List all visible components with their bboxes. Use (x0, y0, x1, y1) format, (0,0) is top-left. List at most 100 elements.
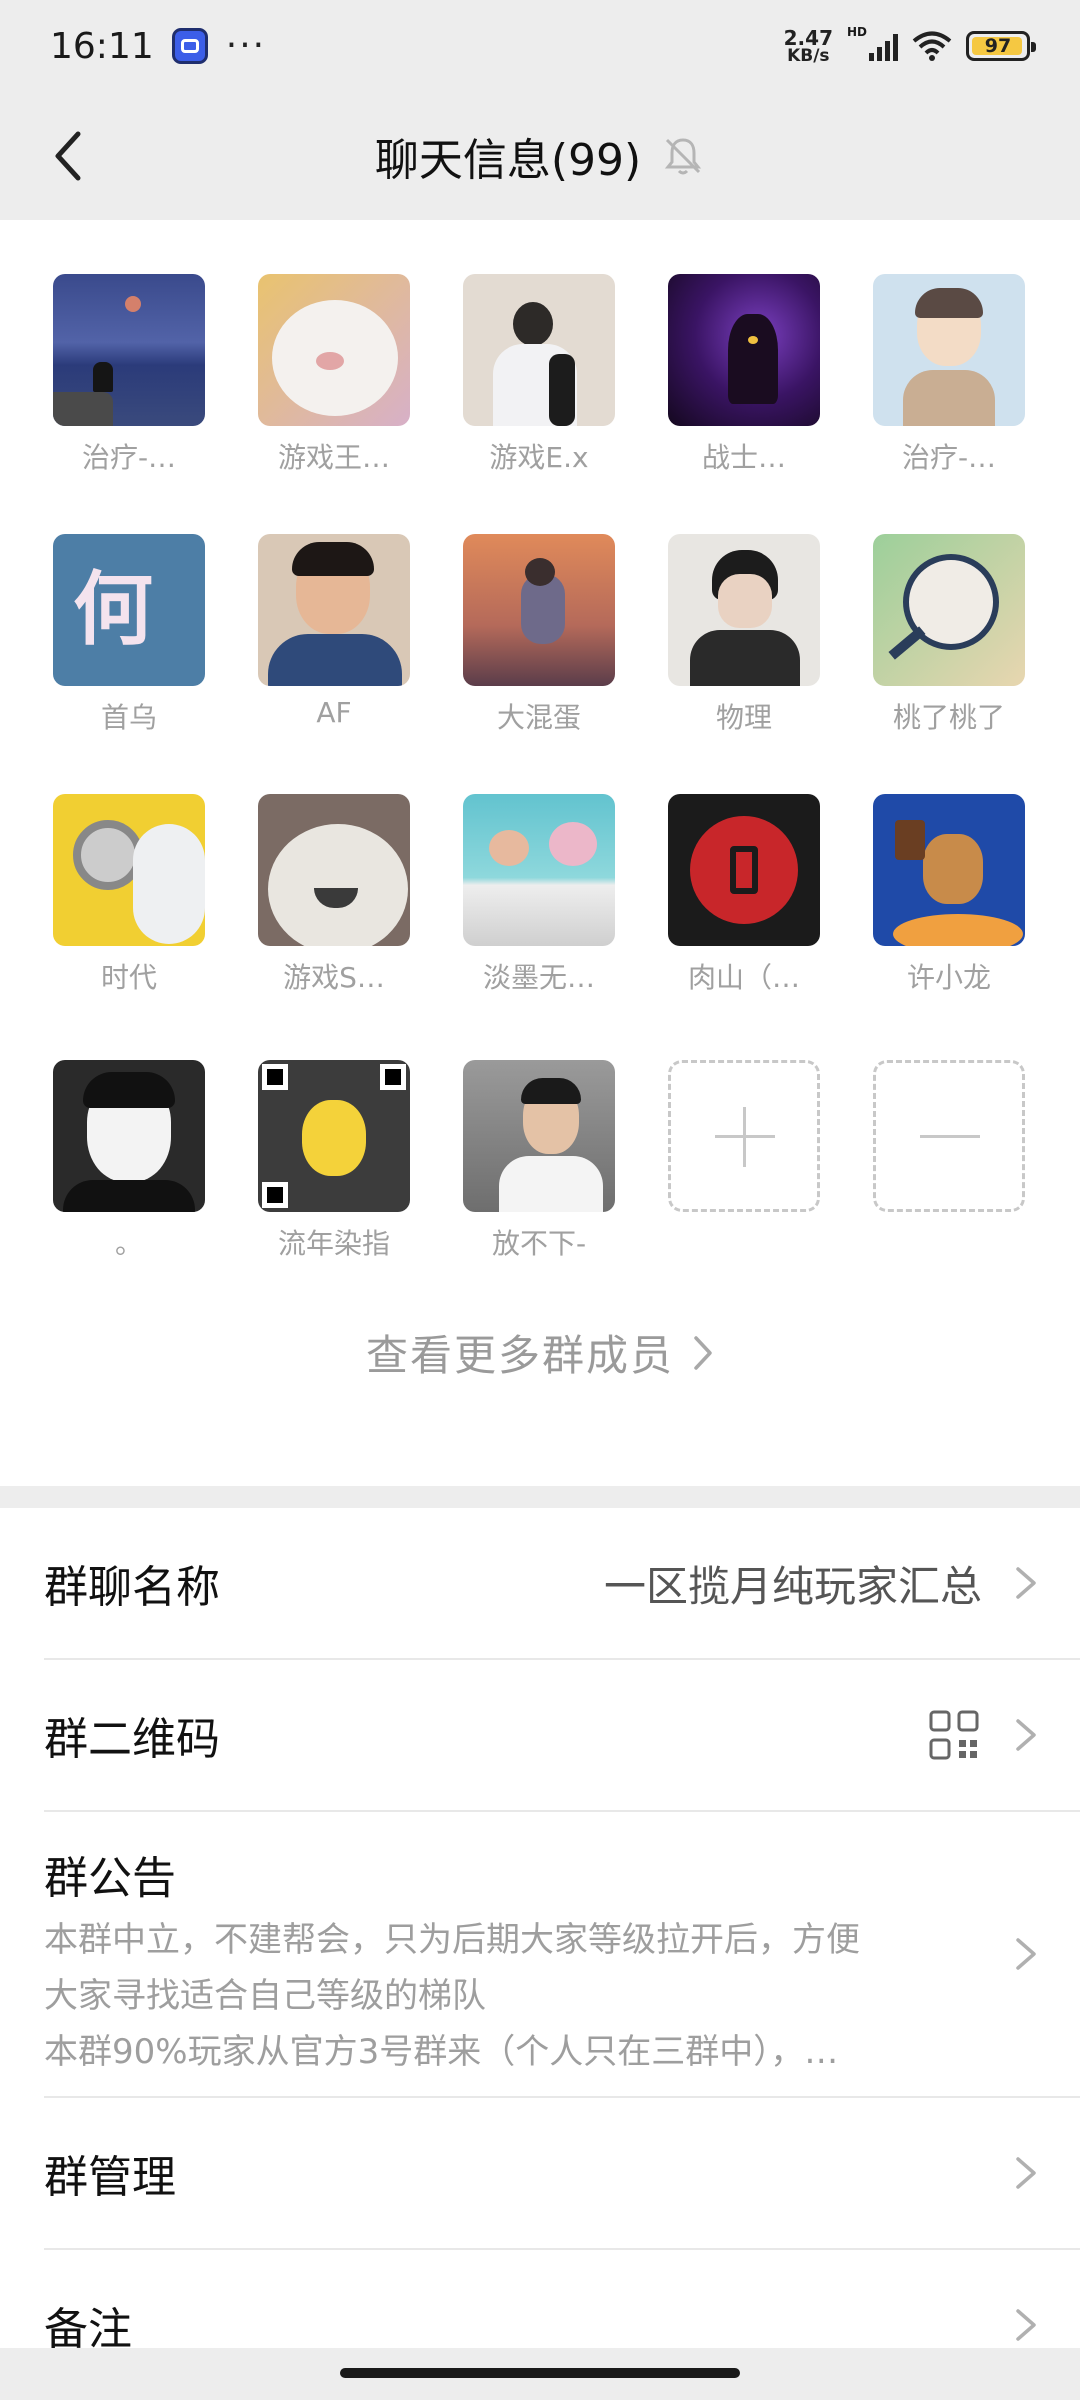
chevron-right-icon (1016, 1567, 1036, 1599)
wifi-icon (912, 31, 952, 61)
network-speed: 2.47 KB/s (784, 28, 833, 65)
avatar[interactable] (873, 794, 1025, 946)
chevron-left-icon (55, 131, 81, 181)
member-name: 大混蛋 (496, 701, 581, 734)
member-name: 游戏S… (283, 961, 385, 994)
member-name: 。 (114, 1227, 143, 1260)
member-name: 桃了桃了 (892, 701, 1005, 734)
members-panel: 治疗-… 游戏王… 游戏E.x 战士… 治疗-… 何 首乌 AF 大混蛋 物理 … (0, 220, 1080, 1486)
group-manage-label: 群管理 (44, 2152, 176, 2203)
view-more-members-label: 查看更多群成员 (365, 1331, 674, 1380)
member-item[interactable]: 肉山（… (654, 794, 834, 996)
title-bar: 聊天信息(99) (0, 92, 1080, 220)
group-notice-label: 群公告 (44, 1853, 176, 1904)
battery-level: 97 (984, 35, 1012, 57)
avatar[interactable] (258, 274, 410, 426)
member-name: 流年染指 (277, 1227, 390, 1260)
avatar[interactable] (463, 794, 615, 946)
member-item[interactable]: 淡墨无… (449, 794, 629, 996)
group-notice-row[interactable]: 群公告 本群中立，不建帮会，只为后期大家等级拉开后，方便 大家寻找适合自己等级的… (0, 1812, 1080, 2096)
avatar[interactable] (873, 274, 1025, 426)
group-qr-row[interactable]: 群二维码 (0, 1660, 1080, 1810)
group-qr-label: 群二维码 (44, 1714, 220, 1765)
avatar[interactable] (53, 794, 205, 946)
status-time: 16:11 (50, 25, 154, 67)
battery-icon: 97 (966, 31, 1036, 61)
home-indicator[interactable] (340, 2368, 740, 2378)
member-item[interactable]: 游戏E.x (449, 274, 629, 476)
add-member-button[interactable] (654, 1060, 834, 1212)
back-button[interactable] (30, 118, 106, 194)
member-item[interactable]: 。 (39, 1060, 219, 1262)
member-name: 肉山（… (687, 961, 800, 994)
avatar[interactable]: 何 (53, 534, 205, 686)
qr-code-icon (929, 1710, 979, 1760)
member-name: 游戏王… (277, 441, 390, 474)
group-name-label: 群聊名称 (44, 1562, 220, 1613)
chevron-right-icon (1016, 2309, 1036, 2341)
page-title: 聊天信息(99) (374, 135, 642, 186)
cell-signal-icon: HD (847, 25, 898, 61)
member-item[interactable]: 何 首乌 (39, 534, 219, 736)
avatar[interactable] (258, 1060, 410, 1212)
member-name: 放不下- (491, 1227, 587, 1260)
member-name: 时代 (100, 961, 157, 994)
chevron-right-icon (1016, 1938, 1036, 1970)
member-name: 战士… (701, 441, 786, 474)
member-item[interactable]: 游戏S… (244, 794, 424, 996)
chevron-right-icon (1016, 2157, 1036, 2189)
network-speed-unit: KB/s (787, 45, 830, 66)
member-item[interactable]: 治疗-… (39, 274, 219, 476)
notice-line: 本群90%玩家从官方3号群来（个人只在三群中），… (44, 2032, 839, 2072)
member-name: AF (316, 696, 352, 729)
chevron-right-icon (694, 1335, 712, 1370)
member-item[interactable]: AF (244, 534, 424, 729)
bell-off-icon (665, 138, 702, 175)
member-item[interactable]: 治疗-… (859, 274, 1039, 476)
member-item[interactable]: 战士… (654, 274, 834, 476)
group-settings-list: 群聊名称 一区揽月纯玩家汇总 群二维码 群公告 本群中立，不建帮会，只为后期大家… (0, 1508, 1080, 2400)
group-name-row[interactable]: 群聊名称 一区揽月纯玩家汇总 (0, 1508, 1080, 1658)
member-item[interactable]: 放不下- (449, 1060, 629, 1262)
status-bar: 16:11 ··· 2.47 KB/s HD 97 (0, 0, 1080, 92)
avatar[interactable] (668, 794, 820, 946)
view-more-members-link[interactable]: 查看更多群成员 (0, 1322, 1080, 1383)
network-tag: HD (847, 25, 868, 39)
notice-line: 本群中立，不建帮会，只为后期大家等级拉开后，方便 (44, 1920, 860, 1960)
member-item[interactable]: 物理 (654, 534, 834, 736)
member-name: 物理 (715, 701, 772, 734)
member-name: 许小龙 (906, 961, 991, 994)
network-speed-value: 2.47 (783, 25, 833, 50)
member-item[interactable]: 时代 (39, 794, 219, 996)
avatar[interactable] (873, 534, 1025, 686)
plus-icon[interactable] (668, 1060, 820, 1212)
avatar[interactable] (53, 274, 205, 426)
member-name: 淡墨无… (482, 961, 595, 994)
avatar[interactable] (53, 1060, 205, 1212)
avatar[interactable] (463, 534, 615, 686)
avatar[interactable] (258, 794, 410, 946)
minus-icon[interactable] (873, 1060, 1025, 1212)
member-item[interactable]: 大混蛋 (449, 534, 629, 736)
member-name: 游戏E.x (489, 441, 589, 474)
avatar[interactable] (463, 274, 615, 426)
chevron-right-icon (1016, 1719, 1036, 1751)
group-notice-content: 本群中立，不建帮会，只为后期大家等级拉开后，方便 大家寻找适合自己等级的梯队 本… (44, 1912, 984, 2080)
member-item[interactable]: 游戏王… (244, 274, 424, 476)
notice-line: 大家寻找适合自己等级的梯队 (44, 1976, 486, 2016)
member-name: 治疗-… (901, 441, 997, 474)
group-manage-row[interactable]: 群管理 (0, 2098, 1080, 2248)
member-item[interactable]: 流年染指 (244, 1060, 424, 1262)
avatar[interactable] (668, 534, 820, 686)
message-app-icon (171, 28, 208, 64)
member-item[interactable]: 许小龙 (859, 794, 1039, 996)
avatar[interactable] (668, 274, 820, 426)
member-name: 治疗-… (81, 441, 177, 474)
member-item[interactable]: 桃了桃了 (859, 534, 1039, 736)
group-name-value: 一区揽月纯玩家汇总 (603, 1561, 982, 1611)
member-name: 首乌 (100, 701, 157, 734)
avatar[interactable] (258, 534, 410, 686)
navigation-bar (0, 2348, 1080, 2400)
avatar[interactable] (463, 1060, 615, 1212)
remove-member-button[interactable] (859, 1060, 1039, 1212)
